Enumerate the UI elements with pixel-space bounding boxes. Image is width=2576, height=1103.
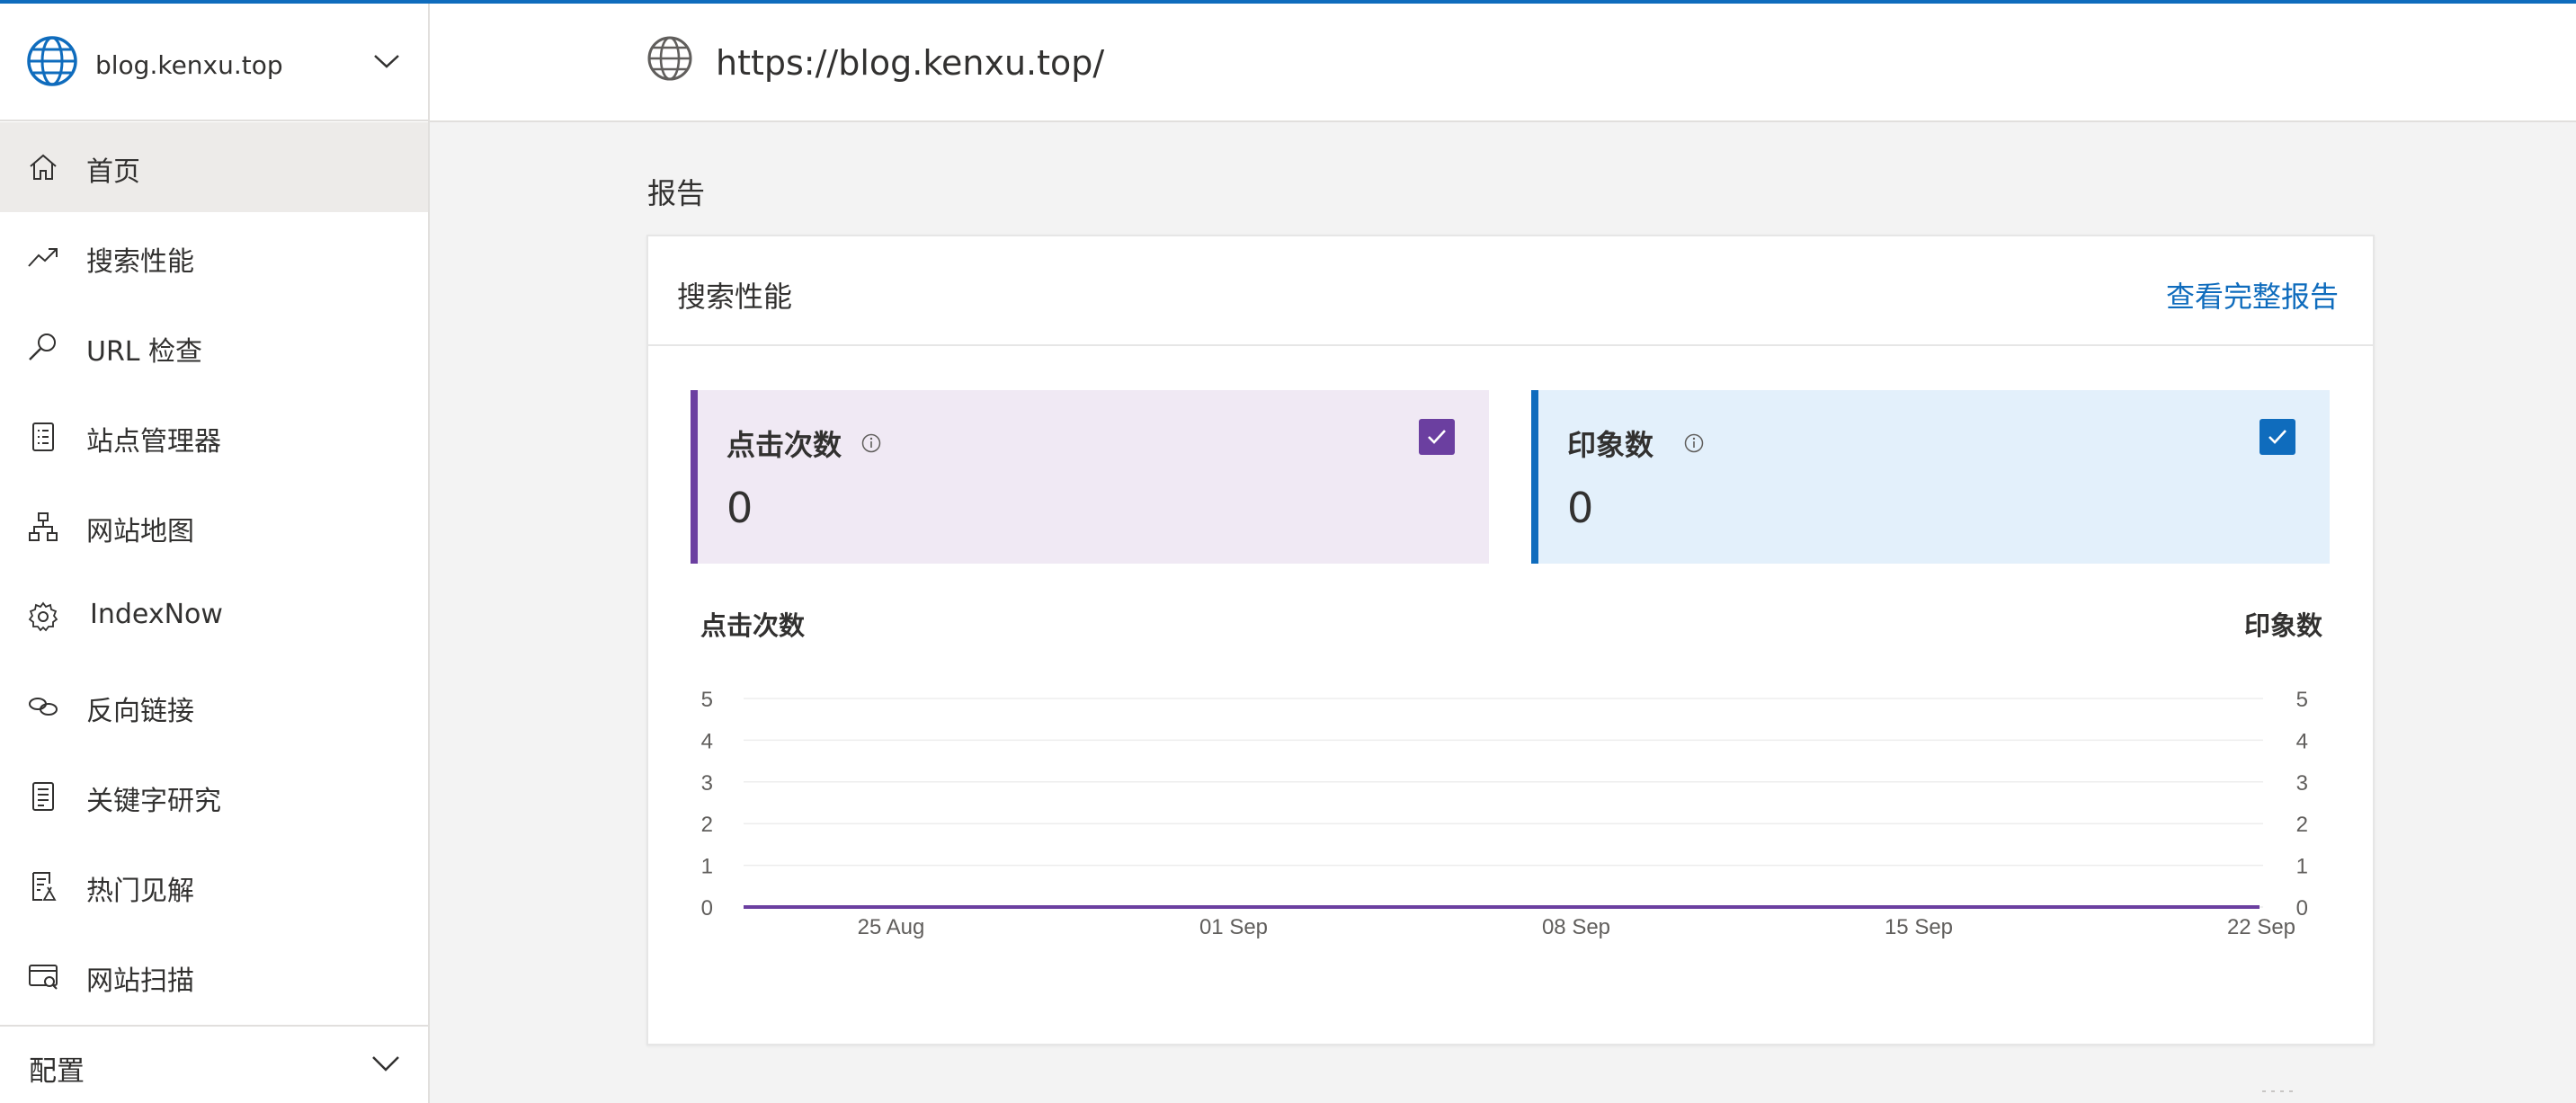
sidebar-item-insights[interactable]: 热门见解 [0,841,428,931]
insights-icon [32,872,57,901]
y-tick-label-right: 1 [2296,855,2308,879]
chevron-down-icon[interactable] [370,1054,401,1073]
chevron-down-icon[interactable] [372,52,401,70]
sidebar: blog.kenxu.top 首页 搜索性能 URL 检查 站点管理器 网站地图… [0,4,430,1103]
checkmark-icon [1428,430,1446,444]
chart-svg: 0 0 1 1 2 2 3 3 4 4 5 5 25 Aug 01 Sep 08 Sep 15 Sep 22 S… [701,688,2308,939]
y-tick-label-right: 3 [2296,771,2308,796]
config-label: 配置 [29,1055,85,1088]
metric-value: 0 [726,484,753,532]
sidebar-item-label: 首页 [86,156,140,188]
sidebar-item-site-scan[interactable]: 网站扫描 [0,931,428,1021]
x-tick-label: 08 Sep [1542,915,1610,939]
card-header: 搜索性能 查看完整报告 [648,236,2373,346]
y-tick-label-right: 0 [2296,896,2308,921]
trending-icon [28,248,58,267]
scroll-hint-mark [2262,1090,2298,1092]
sidebar-item-label: 关键字研究 [86,786,221,817]
y-tick-label-left: 1 [701,855,713,879]
y-tick-label-left: 0 [701,896,713,921]
view-full-report-link[interactable]: 查看完整报告 [2166,274,2339,316]
metric-label: 印象数 [1567,428,1654,462]
sidebar-item-home[interactable]: 首页 [0,122,428,212]
info-icon[interactable] [861,433,881,453]
sitemap-icon [29,512,58,541]
y-tick-label-right: 2 [2296,813,2308,837]
document-icon [32,782,54,811]
metric-value: 0 [1567,484,1594,532]
sidebar-item-keyword-research[interactable]: 关键字研究 [0,752,428,841]
home-icon [30,154,57,180]
sidebar-item-label: 搜索性能 [86,246,194,278]
section-title: 报告 [647,176,706,210]
y-tick-label-right: 4 [2296,729,2308,753]
sidebar-item-label: URL 检查 [86,336,203,368]
performance-chart: 点击次数 印象数 0 0 1 1 2 2 3 3 4 4 5 5 25 Aug 01 Sep 08 Sep 1… [648,596,2373,1045]
sidebar-item-label: 站点管理器 [86,426,221,458]
sidebar-item-url-inspection[interactable]: URL 检查 [0,302,428,392]
metric-checkbox[interactable] [2260,419,2295,455]
sidebar-item-label: 热门见解 [86,876,194,907]
x-tick-label: 15 Sep [1885,915,1953,939]
x-tick-label: 22 Sep [2227,915,2295,939]
sidebar-item-label: 网站地图 [86,516,194,547]
site-selector[interactable]: blog.kenxu.top [0,4,428,121]
y-tick-label-left: 4 [701,729,713,753]
header-bar: https://blog.kenxu.top/ [430,4,2576,122]
info-icon[interactable] [1684,433,1704,453]
globe-icon [647,36,692,81]
search-performance-card: 搜索性能 查看完整报告 点击次数 0 印象数 0 点击次数 印象数 0 0 1 … [646,235,2375,1045]
link-icon [29,698,58,716]
sidebar-item-label: 反向链接 [86,696,194,727]
site-url: https://blog.kenxu.top/ [716,43,1105,83]
y-tick-label-right: 5 [2296,688,2308,712]
y-tick-label-left: 2 [701,813,713,837]
site-name: blog.kenxu.top [95,50,283,80]
sidebar-item-search-performance[interactable]: 搜索性能 [0,212,428,302]
sidebar-config-section[interactable]: 配置 [0,1025,428,1103]
search-icon [29,334,56,360]
gear-icon [28,601,58,632]
sidebar-item-indexnow[interactable]: IndexNow [0,572,428,662]
x-tick-label: 25 Aug [858,915,925,939]
card-title: 搜索性能 [677,280,793,314]
checkmark-icon [2268,430,2286,444]
x-tick-label: 01 Sep [1199,915,1268,939]
y-tick-label-left: 3 [701,771,713,796]
sidebar-item-site-manager[interactable]: 站点管理器 [0,392,428,482]
metric-impressions[interactable]: 印象数 0 [1531,390,2330,564]
document-list-icon [32,423,54,451]
metric-checkbox[interactable] [1419,419,1455,455]
sidebar-item-label: IndexNow [90,599,223,630]
sidebar-item-sitemap[interactable]: 网站地图 [0,482,428,572]
metric-label: 点击次数 [726,428,842,462]
sidebar-item-backlinks[interactable]: 反向链接 [0,662,428,752]
sidebar-nav: 首页 搜索性能 URL 检查 站点管理器 网站地图 IndexNow 反向链接 … [0,122,428,1021]
metric-clicks[interactable]: 点击次数 0 [691,390,1489,564]
sidebar-item-label: 网站扫描 [86,965,194,997]
y-tick-label-left: 5 [701,688,713,712]
globe-icon [27,36,77,86]
scan-icon [29,965,58,990]
